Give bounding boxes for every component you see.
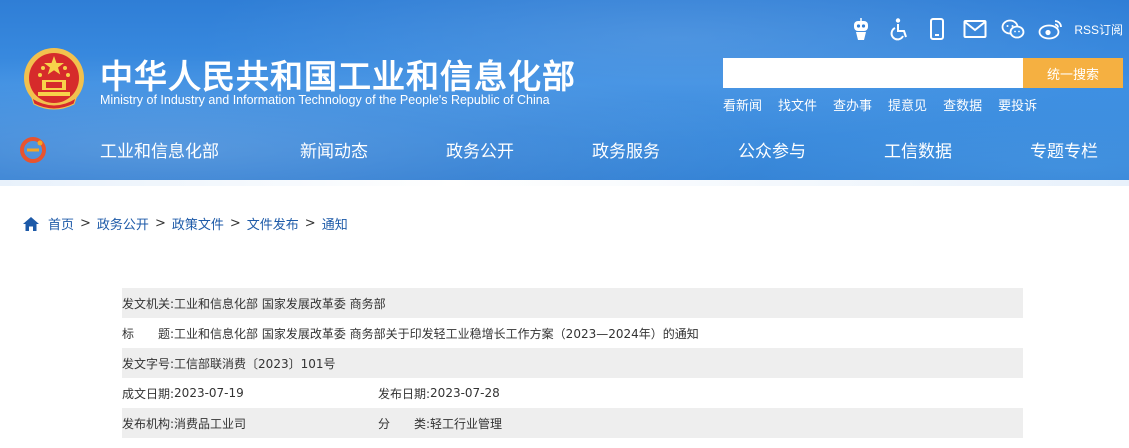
nav-item-news[interactable]: 新闻动态 [300, 137, 368, 162]
quick-links: 看新闻 找文件 查办事 提意见 查数据 要投诉 [723, 95, 1053, 114]
header-divider [0, 180, 1129, 186]
publish-date-cell: 发布日期: 2023-07-28 [378, 385, 500, 402]
info-row-issuer: 发文机关: 工业和信息化部 国家发展改革委 商务部 [122, 288, 1023, 318]
site-title: 中华人民共和国工业和信息化部 [100, 57, 576, 96]
agency-label: 发布机构: [122, 416, 175, 431]
written-date-value: 2023-07-19 [174, 386, 244, 400]
top-toolbar: RSS订阅 [836, 14, 1123, 44]
rss-subscribe-link[interactable]: RSS订阅 [1074, 21, 1123, 38]
title-label: 标 题: [122, 326, 175, 341]
category-label: 分 类: [378, 416, 431, 431]
agency-value: 消费品工业司 [174, 416, 247, 431]
info-row-doc-number: 发文字号: 工信部联消费〔2023〕101号 [122, 348, 1023, 378]
nav-item-ministry[interactable]: 工业和信息化部 [100, 137, 219, 162]
mobile-icon[interactable] [924, 16, 950, 42]
agency-cell: 发布机构: 消费品工业司 [122, 415, 378, 432]
written-date-cell: 成文日期: 2023-07-19 [122, 385, 378, 402]
wechat-icon[interactable] [1000, 16, 1026, 42]
publish-date-label: 发布日期: [378, 386, 431, 401]
breadcrumb-government-affairs[interactable]: 政务公开 [97, 214, 149, 233]
title-value: 工业和信息化部 国家发展改革委 商务部关于印发轻工业稳增长工作方案（2023—2… [174, 326, 699, 341]
breadcrumb-separator: > [154, 216, 166, 231]
miit-logo-icon[interactable] [20, 137, 46, 163]
breadcrumb-policy-documents[interactable]: 政策文件 [172, 214, 224, 233]
issuer-label: 发文机关: [122, 296, 175, 311]
nav-item-data[interactable]: 工信数据 [884, 137, 952, 162]
quick-link-services[interactable]: 查办事 [833, 95, 872, 114]
written-date-label: 成文日期: [122, 386, 175, 401]
doc-number-value: 工信部联消费〔2023〕101号 [174, 356, 336, 371]
document-info-table: 发文机关: 工业和信息化部 国家发展改革委 商务部 标 题: 工业和信息化部 国… [122, 288, 1023, 438]
category-value: 轻工行业管理 [430, 416, 503, 431]
quick-link-documents[interactable]: 找文件 [778, 95, 817, 114]
nav-item-government-affairs[interactable]: 政务公开 [446, 137, 514, 162]
home-icon[interactable] [22, 216, 40, 232]
breadcrumb: 首页 > 政务公开 > 政策文件 > 文件发布 > 通知 [22, 214, 348, 233]
publish-date-value: 2023-07-28 [430, 386, 500, 400]
breadcrumb-separator: > [304, 216, 316, 231]
quick-link-feedback[interactable]: 提意见 [888, 95, 927, 114]
info-row-dates: 成文日期: 2023-07-19 发布日期: 2023-07-28 [122, 378, 1023, 408]
doc-number-label: 发文字号: [122, 356, 175, 371]
mail-icon[interactable] [962, 16, 988, 42]
info-row-agency: 发布机构: 消费品工业司 分 类: 轻工行业管理 [122, 408, 1023, 438]
breadcrumb-notice[interactable]: 通知 [322, 214, 348, 233]
quick-link-data[interactable]: 查数据 [943, 95, 982, 114]
issuer-value: 工业和信息化部 国家发展改革委 商务部 [174, 296, 386, 311]
site-header: 中华人民共和国工业和信息化部 Ministry of Industry and … [0, 0, 1129, 186]
nav-item-public-participation[interactable]: 公众参与 [738, 137, 806, 162]
info-row-title: 标 题: 工业和信息化部 国家发展改革委 商务部关于印发轻工业稳增长工作方案（2… [122, 318, 1023, 348]
search-input[interactable] [723, 58, 1023, 88]
national-emblem-icon [24, 48, 84, 110]
weibo-icon[interactable] [1038, 16, 1064, 42]
breadcrumb-separator: > [80, 216, 91, 231]
category-cell: 分 类: 轻工行业管理 [378, 415, 502, 432]
nav-item-special-topics[interactable]: 专题专栏 [1030, 137, 1098, 162]
breadcrumb-home[interactable]: 首页 [48, 214, 74, 233]
robot-assistant-icon[interactable] [848, 16, 874, 42]
nav-item-government-services[interactable]: 政务服务 [592, 137, 660, 162]
quick-link-news[interactable]: 看新闻 [723, 95, 762, 114]
quick-link-complaint[interactable]: 要投诉 [998, 95, 1037, 114]
site-subtitle: Ministry of Industry and Information Tec… [100, 93, 550, 107]
breadcrumb-document-release[interactable]: 文件发布 [247, 214, 299, 233]
breadcrumb-separator: > [229, 216, 241, 231]
accessibility-icon[interactable] [886, 16, 912, 42]
unified-search-button[interactable]: 统一搜索 [1023, 58, 1123, 88]
main-nav: 工业和信息化部 新闻动态 政务公开 政务服务 公众参与 工信数据 专题专栏 [0, 128, 1129, 172]
